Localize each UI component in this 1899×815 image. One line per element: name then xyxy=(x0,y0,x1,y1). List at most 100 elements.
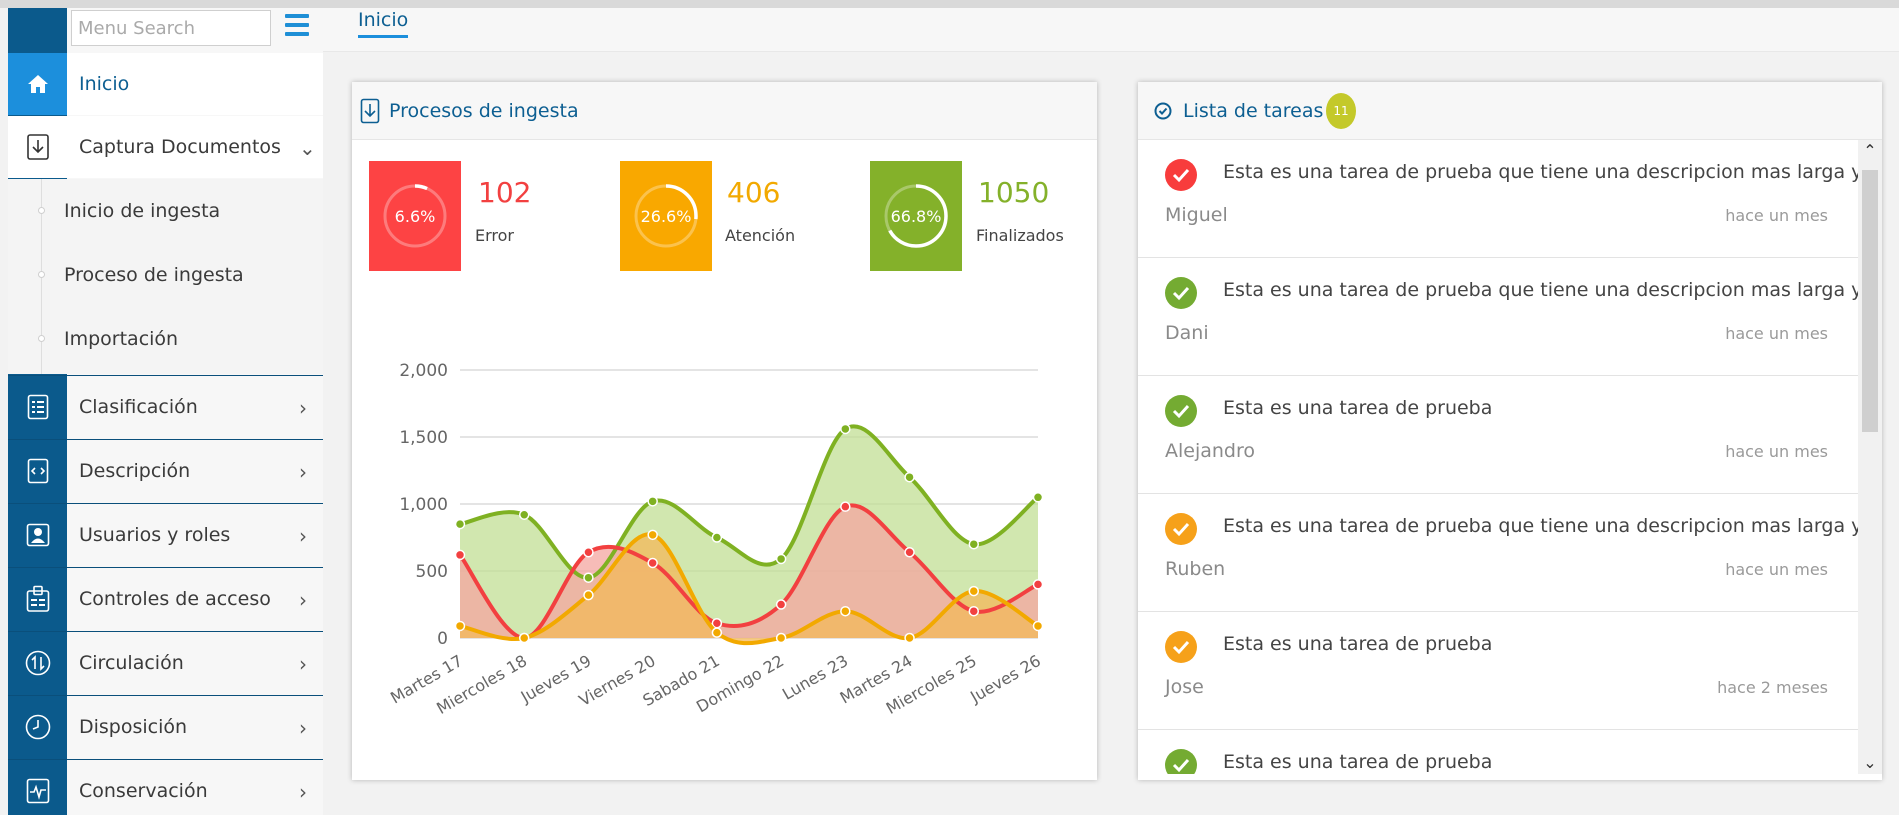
chevron-right-icon: › xyxy=(299,524,307,548)
task-time: hace un mes xyxy=(1725,442,1828,461)
task-title: Esta es una tarea de prueba que tiene un… xyxy=(1223,161,1858,183)
list-icon xyxy=(8,376,67,438)
top-strip xyxy=(0,0,1899,8)
panel-title: Lista de tareas xyxy=(1183,100,1324,122)
sidebar-item-clasificacion[interactable]: Clasificación › xyxy=(8,375,323,437)
sidebar-item-captura-documentos[interactable]: Captura Documentos ⌄ xyxy=(8,116,323,178)
progress-ring: 66.8% xyxy=(884,184,948,248)
task-time: hace un mes xyxy=(1725,324,1828,343)
tasks-panel-header: Lista de tareas 11 xyxy=(1138,82,1882,140)
panel-title: Procesos de ingesta xyxy=(389,100,579,122)
task-item[interactable]: Esta es una tarea de prueba Jose hace 2 … xyxy=(1138,612,1858,730)
data-point xyxy=(711,532,723,543)
badge-icon xyxy=(8,568,67,630)
y-tick-label: 1,500 xyxy=(399,428,448,448)
task-item[interactable]: Esta es una tarea de prueba que tiene un… xyxy=(1138,494,1858,612)
task-title: Esta es una tarea de prueba que tiene un… xyxy=(1223,279,1858,301)
sidebar-item-descripcion[interactable]: Descripción › xyxy=(8,439,323,501)
progress-ring: 26.6% xyxy=(634,184,698,248)
menu-search-input[interactable] xyxy=(71,10,271,46)
sidebar-item-circulacion[interactable]: Circulación › xyxy=(8,631,323,693)
scroll-up-icon[interactable]: ⌃ xyxy=(1858,140,1882,162)
data-point xyxy=(454,620,466,632)
download-doc-icon xyxy=(360,98,380,128)
task-list-scrollbar[interactable]: ⌃ ⌄ xyxy=(1858,140,1882,774)
sidebar-item-conservacion[interactable]: Conservación › xyxy=(8,759,323,815)
data-point xyxy=(647,529,658,541)
task-item[interactable]: Esta es una tarea de prueba Alejandro ha… xyxy=(1138,376,1858,494)
breadcrumb-bar: Inicio xyxy=(323,8,1899,52)
data-point xyxy=(840,501,851,512)
check-circle-icon xyxy=(1165,631,1197,663)
scroll-down-icon[interactable]: ⌄ xyxy=(1858,752,1882,774)
code-doc-icon xyxy=(8,440,67,502)
stat-value-finalizados: 1050 xyxy=(978,176,1050,209)
subnav-item-label: Importación xyxy=(64,328,179,350)
chevron-down-icon: ⌄ xyxy=(299,136,316,160)
data-point xyxy=(968,538,980,550)
data-point xyxy=(583,572,594,583)
check-circle-icon xyxy=(1165,159,1197,191)
stat-percent: 6.6% xyxy=(395,207,436,226)
check-circle-icon xyxy=(1165,395,1197,427)
chevron-right-icon: › xyxy=(299,588,307,612)
stat-label-atencion: Atención xyxy=(725,226,796,245)
data-point xyxy=(904,471,915,483)
sidebar-item-usuarios-y-roles[interactable]: Usuarios y roles › xyxy=(8,503,323,565)
task-item[interactable]: Esta es una tarea de prueba xyxy=(1138,730,1858,774)
task-user: Ruben xyxy=(1165,558,1226,580)
y-tick-label: 1,000 xyxy=(399,495,448,515)
sidebar-item-controles-de-acceso[interactable]: Controles de acceso › xyxy=(8,567,323,629)
data-point xyxy=(1032,579,1044,590)
task-user: Dani xyxy=(1165,322,1209,344)
subnav-item-importacion[interactable]: Importación xyxy=(8,307,323,371)
home-icon xyxy=(8,53,67,115)
check-circle-icon xyxy=(1154,102,1172,124)
data-point xyxy=(968,605,980,617)
clock-icon xyxy=(8,696,67,758)
sidebar-item-label: Disposición xyxy=(79,716,188,738)
scrollbar-thumb[interactable] xyxy=(1862,170,1878,432)
data-point xyxy=(840,423,851,435)
bullet-icon xyxy=(38,207,45,214)
ingesta-area-chart: 05001,0001,5002,000Martes 17Miercoles 18… xyxy=(387,361,1044,718)
sidebar-item-disposicion[interactable]: Disposición › xyxy=(8,695,323,757)
task-list: Esta es una tarea de prueba que tiene un… xyxy=(1138,140,1858,774)
data-point xyxy=(775,599,787,610)
subnav-item-inicio-de-ingesta[interactable]: Inicio de ingesta xyxy=(8,179,323,243)
stat-value-atencion: 406 xyxy=(727,176,781,209)
chevron-right-icon: › xyxy=(299,460,307,484)
data-point xyxy=(583,589,594,601)
data-point xyxy=(583,546,594,558)
subnav-item-label: Proceso de ingesta xyxy=(64,264,244,286)
breadcrumb-inicio[interactable]: Inicio xyxy=(358,8,409,38)
chevron-right-icon: › xyxy=(299,780,307,804)
task-time: hace un mes xyxy=(1725,206,1828,225)
stat-value-error: 102 xyxy=(478,176,532,209)
task-user: Miguel xyxy=(1165,204,1228,226)
chevron-right-icon: › xyxy=(299,716,307,740)
bullet-icon xyxy=(38,335,45,342)
task-item[interactable]: Esta es una tarea de prueba que tiene un… xyxy=(1138,258,1858,376)
stat-percent: 66.8% xyxy=(891,207,942,226)
sidebar-item-label: Clasificación xyxy=(79,396,198,418)
subnav-item-proceso-de-ingesta[interactable]: Proceso de ingesta xyxy=(8,243,323,307)
sidebar-item-label: Conservación xyxy=(79,780,208,802)
y-tick-label: 2,000 xyxy=(399,361,448,381)
data-point xyxy=(904,546,915,558)
stat-label-error: Error xyxy=(475,226,514,245)
transfer-icon xyxy=(8,632,67,694)
data-point xyxy=(840,605,851,617)
hamburger-menu-icon[interactable] xyxy=(285,14,311,38)
sidebar-item-label: Circulación xyxy=(79,652,184,674)
task-title: Esta es una tarea de prueba que tiene un… xyxy=(1223,515,1858,537)
check-circle-icon xyxy=(1165,277,1197,309)
x-tick-label: Jueves 26 xyxy=(966,651,1044,707)
sidebar-item-inicio[interactable]: Inicio xyxy=(8,53,323,115)
ingesta-panel-header: Procesos de ingesta xyxy=(352,82,1097,140)
tasks-panel: Lista de tareas 11 Esta es una tarea de … xyxy=(1138,82,1882,780)
y-tick-label: 0 xyxy=(437,629,448,649)
data-point xyxy=(647,496,658,507)
task-item[interactable]: Esta es una tarea de prueba que tiene un… xyxy=(1138,140,1858,258)
task-title: Esta es una tarea de prueba xyxy=(1223,751,1493,773)
